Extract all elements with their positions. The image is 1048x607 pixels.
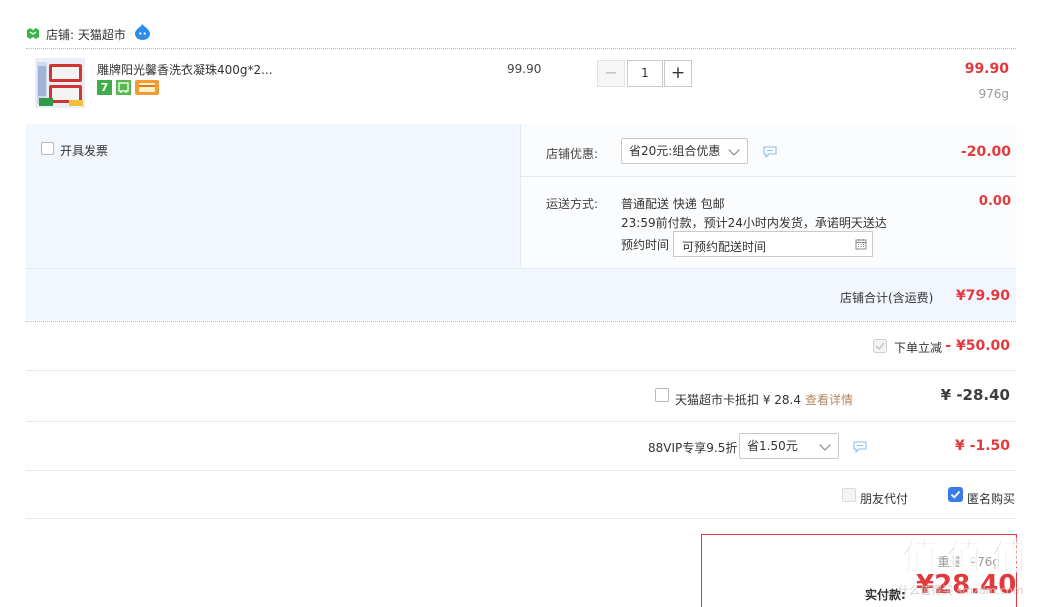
- order-discount-amount: - ¥50.00: [945, 338, 1010, 354]
- divider: [26, 421, 1016, 422]
- summary-weight: 重量: 976g: [937, 555, 1000, 569]
- quantity-input[interactable]: 1: [627, 60, 663, 87]
- product-thumbnail[interactable]: [35, 58, 85, 108]
- invoice-label[interactable]: 开具发票: [60, 142, 108, 159]
- quantity-stepper: − 1 +: [597, 60, 718, 87]
- card-payment-icon[interactable]: [135, 80, 159, 95]
- appointment-label: 预约时间: [621, 238, 670, 252]
- order-discount-check-icon: [873, 339, 887, 353]
- payment-summary-box: 重量: 976g 实付款: ¥28.40: [701, 534, 1017, 607]
- shop-discount-label: 店铺优惠:: [546, 147, 599, 161]
- calendar-icon[interactable]: [855, 238, 867, 250]
- anonymous-checkbox[interactable]: [948, 487, 963, 502]
- delivery-label: 运送方式:: [546, 197, 599, 211]
- shop-discount-selected: 省20元:组合优惠: [629, 144, 721, 158]
- appointment-placeholder: 可预约配送时间: [682, 240, 767, 254]
- shop-total-label: 店铺合计(含运费): [840, 291, 934, 305]
- friend-pay-checkbox[interactable]: [842, 488, 856, 502]
- quality-badge-icon[interactable]: [116, 80, 131, 95]
- delivery-amount: 0.00: [978, 194, 1011, 209]
- appointment-time-input[interactable]: 可预约配送时间: [673, 231, 873, 257]
- product-row: 雕牌阳光馨香洗衣凝珠400g*2... 7 99.90 − 1 + 99.90 …: [26, 49, 1016, 124]
- anonymous-label[interactable]: 匿名购买: [967, 490, 1015, 507]
- invoice-checkbox[interactable]: [41, 142, 54, 155]
- divider: [26, 268, 1016, 269]
- vip-discount-select[interactable]: 省1.50元: [739, 433, 839, 459]
- divider: [26, 370, 1016, 371]
- shop-discount-select[interactable]: 省20元:组合优惠: [621, 138, 748, 164]
- order-options-panel: 开具发票 店铺优惠: 省20元:组合优惠 -20.00 运送方式: 普通配送 快…: [26, 124, 1017, 320]
- pay-amount: ¥28.40: [916, 570, 1017, 600]
- divider: [26, 321, 1016, 322]
- wangwang-chat-icon[interactable]: [134, 24, 151, 40]
- card-deduct-label: 天猫超市卡抵扣 ¥ 28.4: [675, 393, 801, 407]
- chevron-down-icon: [728, 144, 740, 156]
- quantity-plus-button[interactable]: +: [664, 60, 692, 87]
- shop-name[interactable]: 店铺: 天猫超市: [46, 26, 126, 43]
- shop-discount-section: 店铺优惠: 省20元:组合优惠 -20.00: [520, 124, 1017, 176]
- divider: [26, 470, 1016, 471]
- vip-discount-selected: 省1.50元: [747, 439, 798, 453]
- quantity-minus-button[interactable]: −: [597, 60, 625, 87]
- message-icon[interactable]: [853, 441, 867, 453]
- seven-day-return-icon[interactable]: 7: [97, 80, 112, 95]
- friend-pay-label[interactable]: 朋友代付: [860, 490, 908, 507]
- divider: [26, 518, 1016, 519]
- tmall-shop-icon: [27, 28, 39, 39]
- vip-label: 88VIP专享9.5折: [648, 441, 738, 455]
- card-details-link[interactable]: 查看详情: [805, 391, 853, 408]
- product-weight: 976g: [978, 87, 1009, 101]
- message-icon[interactable]: [763, 146, 777, 158]
- product-total: 99.90: [964, 61, 1009, 77]
- shop-discount-amount: -20.00: [960, 144, 1011, 160]
- delivery-note: 23:59前付款，预计24小时内发货，承诺明天送达: [621, 216, 887, 230]
- pay-label: 实付款:: [865, 588, 906, 602]
- delivery-method: 普通配送 快递 包邮: [621, 197, 725, 211]
- delivery-section: 运送方式: 普通配送 快递 包邮 23:59前付款，预计24小时内发货，承诺明天…: [520, 177, 1017, 268]
- unit-price: 99.90: [507, 62, 542, 76]
- card-deduct-checkbox[interactable]: [655, 388, 669, 402]
- shop-total-amount: ¥79.90: [955, 288, 1010, 304]
- product-name[interactable]: 雕牌阳光馨香洗衣凝珠400g*2...: [97, 61, 273, 78]
- order-discount-label: 下单立减: [894, 341, 943, 355]
- product-image-icon: [35, 58, 85, 108]
- card-deduct-amount: ¥ -28.40: [940, 386, 1010, 404]
- chevron-down-icon: [819, 439, 831, 451]
- vip-amount: ¥ -1.50: [955, 438, 1010, 454]
